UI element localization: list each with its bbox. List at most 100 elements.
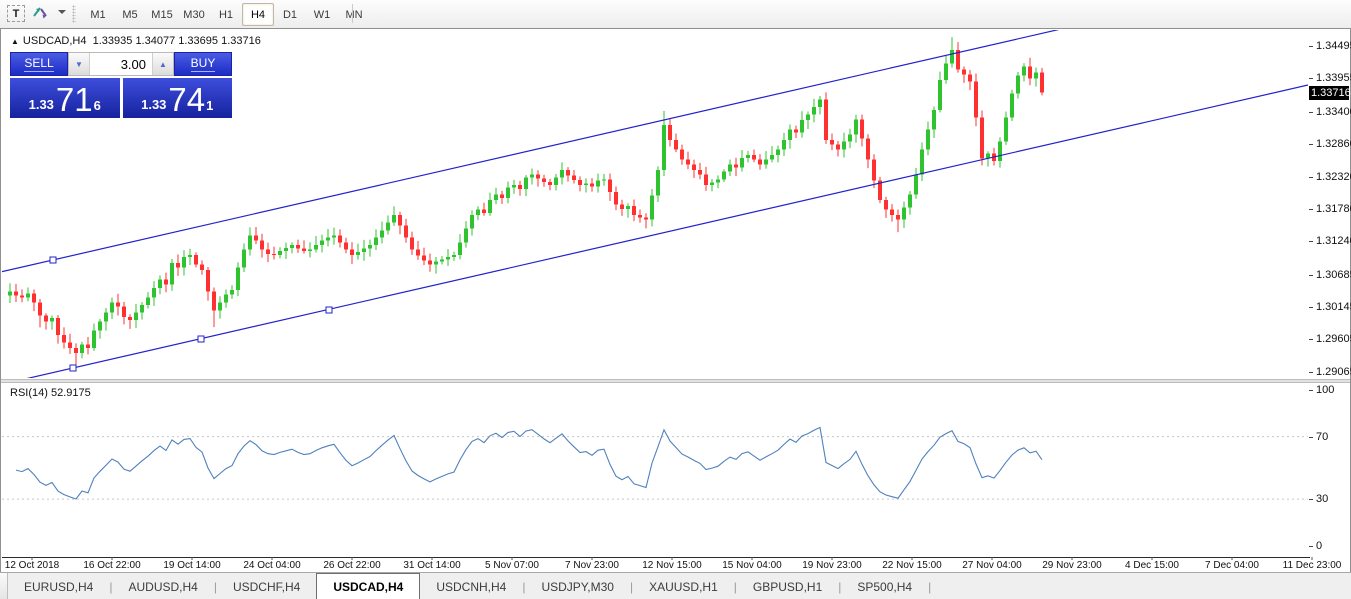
rsi-tick [1309, 546, 1313, 547]
price-axis-label: 1.29065 [1316, 366, 1351, 378]
price-tick [1309, 144, 1313, 145]
rsi-tick [1309, 390, 1313, 391]
price-tick [1309, 241, 1313, 242]
chart-tab-usdchf[interactable]: USDCHF,H4 [217, 573, 316, 599]
sell-price-small: 1.33 [29, 97, 54, 112]
buy-price-sup: 1 [206, 98, 213, 113]
price-tick [1309, 307, 1313, 308]
toolbar-grip[interactable] [72, 5, 76, 23]
tab-separator: | [928, 573, 931, 599]
chart-tab-gbpusd[interactable]: GBPUSD,H1 [737, 573, 838, 599]
price-axis-label: 1.32860 [1316, 138, 1351, 150]
timeframe-button-m15[interactable]: M15 [146, 3, 178, 26]
rsi-axis-label: 0 [1316, 540, 1322, 552]
rsi-axis-label: 70 [1316, 431, 1328, 443]
sell-price-big: 71 [56, 85, 93, 115]
toolbar: T M1M5M15M30H1H4D1W1MN [0, 0, 1351, 29]
time-axis-label: 7 Dec 04:00 [1205, 560, 1259, 571]
price-axis-label: 1.33955 [1316, 72, 1351, 84]
text-tool-icon: T [7, 5, 25, 22]
volume-down-button[interactable]: ▼ [69, 53, 89, 75]
channel-handle[interactable] [70, 365, 76, 371]
rsi-indicator-pane[interactable]: RSI(14) 52.9175 [2, 383, 1310, 558]
time-axis-label: 27 Nov 04:00 [962, 560, 1022, 571]
channel-handle[interactable] [326, 307, 332, 313]
time-axis-label: 16 Oct 22:00 [83, 560, 140, 571]
price-axis-label: 1.31780 [1316, 203, 1351, 215]
volume-input[interactable]: 3.00 [89, 53, 153, 75]
rsi-axis[interactable]: 10070300 [1309, 383, 1349, 557]
timeframe-button-d1[interactable]: D1 [274, 3, 306, 26]
buy-price-big: 74 [168, 85, 205, 115]
time-axis-label: 7 Nov 23:00 [565, 560, 619, 571]
time-axis-label: 11 Dec 23:00 [1283, 560, 1342, 571]
chart-tab-xauusd[interactable]: XAUUSD,H1 [633, 573, 734, 599]
channel-handle[interactable] [50, 257, 56, 263]
time-axis-label: 19 Nov 23:00 [802, 560, 862, 571]
time-axis-label: 4 Dec 15:00 [1125, 560, 1179, 571]
tab-bar-edge[interactable] [0, 573, 8, 599]
timeframe-button-m30[interactable]: M30 [178, 3, 210, 26]
rsi-tick [1309, 437, 1313, 438]
price-tick [1309, 339, 1313, 340]
timeframe-button-m5[interactable]: M5 [114, 3, 146, 26]
text-tool-button[interactable]: T [4, 3, 28, 24]
price-chart-pane[interactable]: ▲ USDCAD,H4 1.33935 1.34077 1.33695 1.337… [2, 30, 1310, 380]
buy-price-small: 1.33 [141, 97, 166, 112]
chart-tab-usdcad[interactable]: USDCAD,H4 [316, 573, 420, 599]
chart-tab-eurusd[interactable]: EURUSD,H4 [8, 573, 109, 599]
volume-control: ▼ 3.00 ▲ [68, 52, 174, 76]
price-axis-label: 1.31240 [1316, 235, 1351, 247]
price-tick [1309, 372, 1313, 373]
chart-ohlc-values: 1.33935 1.34077 1.33695 1.33716 [93, 35, 261, 47]
time-axis-label: 5 Nov 07:00 [485, 560, 539, 571]
chart-tab-usdcnh[interactable]: USDCNH,H4 [420, 573, 522, 599]
arrows-tool-button[interactable] [30, 3, 56, 24]
timeframe-button-h4[interactable]: H4 [242, 3, 274, 26]
price-tick [1309, 112, 1313, 113]
sell-price-display[interactable]: 1.33 71 6 [10, 78, 120, 118]
current-price-badge: 1.33716 [1309, 86, 1349, 100]
price-tick [1309, 46, 1313, 47]
price-axis-label: 1.34495 [1316, 40, 1351, 52]
channel-handle[interactable] [198, 336, 204, 342]
volume-up-button[interactable]: ▲ [153, 53, 173, 75]
timeframe-button-w1[interactable]: W1 [306, 3, 338, 26]
arrows-dropdown-caret[interactable] [58, 10, 66, 14]
timeframe-toolbar: M1M5M15M30H1H4D1W1MN [82, 3, 370, 24]
rsi-tick [1309, 499, 1313, 500]
price-tick [1309, 209, 1313, 210]
price-tick [1309, 78, 1313, 79]
price-axis[interactable]: 1.344951.339551.334001.328601.323201.317… [1309, 30, 1349, 379]
chart-tab-audusd[interactable]: AUDUSD,H4 [112, 573, 213, 599]
rsi-line [16, 427, 1042, 499]
chart-symbol-period: USDCAD,H4 [23, 35, 87, 47]
rsi-canvas[interactable] [2, 383, 1308, 556]
chart-tab-sp500[interactable]: SP500,H4 [841, 573, 928, 599]
buy-price-display[interactable]: 1.33 74 1 [123, 78, 233, 118]
time-axis-label: 12 Oct 2018 [5, 560, 59, 571]
sell-button[interactable]: SELL [10, 52, 68, 76]
symbol-marker-icon: ▲ [11, 37, 19, 46]
mt4-terminal: T M1M5M15M30H1H4D1W1MN ▲ USDCAD,H4 1.3393… [0, 0, 1351, 599]
timeframe-button-h1[interactable]: H1 [210, 3, 242, 26]
time-axis-label: 12 Nov 15:00 [642, 560, 702, 571]
time-axis-label: 22 Nov 15:00 [882, 560, 942, 571]
rsi-axis-label: 100 [1316, 384, 1334, 396]
price-axis-label: 1.32320 [1316, 171, 1351, 183]
time-axis-label: 29 Nov 23:00 [1042, 560, 1102, 571]
toolbar-separator [352, 4, 353, 23]
price-axis-label: 1.30685 [1316, 269, 1351, 281]
time-axis[interactable]: 12 Oct 201816 Oct 22:0019 Oct 14:0024 Oc… [2, 558, 1350, 573]
chart-window: ▲ USDCAD,H4 1.33935 1.34077 1.33695 1.337… [0, 28, 1351, 574]
time-axis-label: 31 Oct 14:00 [403, 560, 460, 571]
price-tick [1309, 275, 1313, 276]
timeframe-button-m1[interactable]: M1 [82, 3, 114, 26]
buy-button[interactable]: BUY [174, 52, 232, 76]
one-click-trading-panel: SELL ▼ 3.00 ▲ BUY 1.33 71 6 [10, 52, 232, 116]
timeframe-button-mn[interactable]: MN [338, 3, 370, 26]
time-axis-label: 15 Nov 04:00 [722, 560, 782, 571]
arrows-icon [30, 3, 50, 21]
chart-tab-usdjpy[interactable]: USDJPY,M30 [525, 573, 629, 599]
price-axis-label: 1.29605 [1316, 333, 1351, 345]
